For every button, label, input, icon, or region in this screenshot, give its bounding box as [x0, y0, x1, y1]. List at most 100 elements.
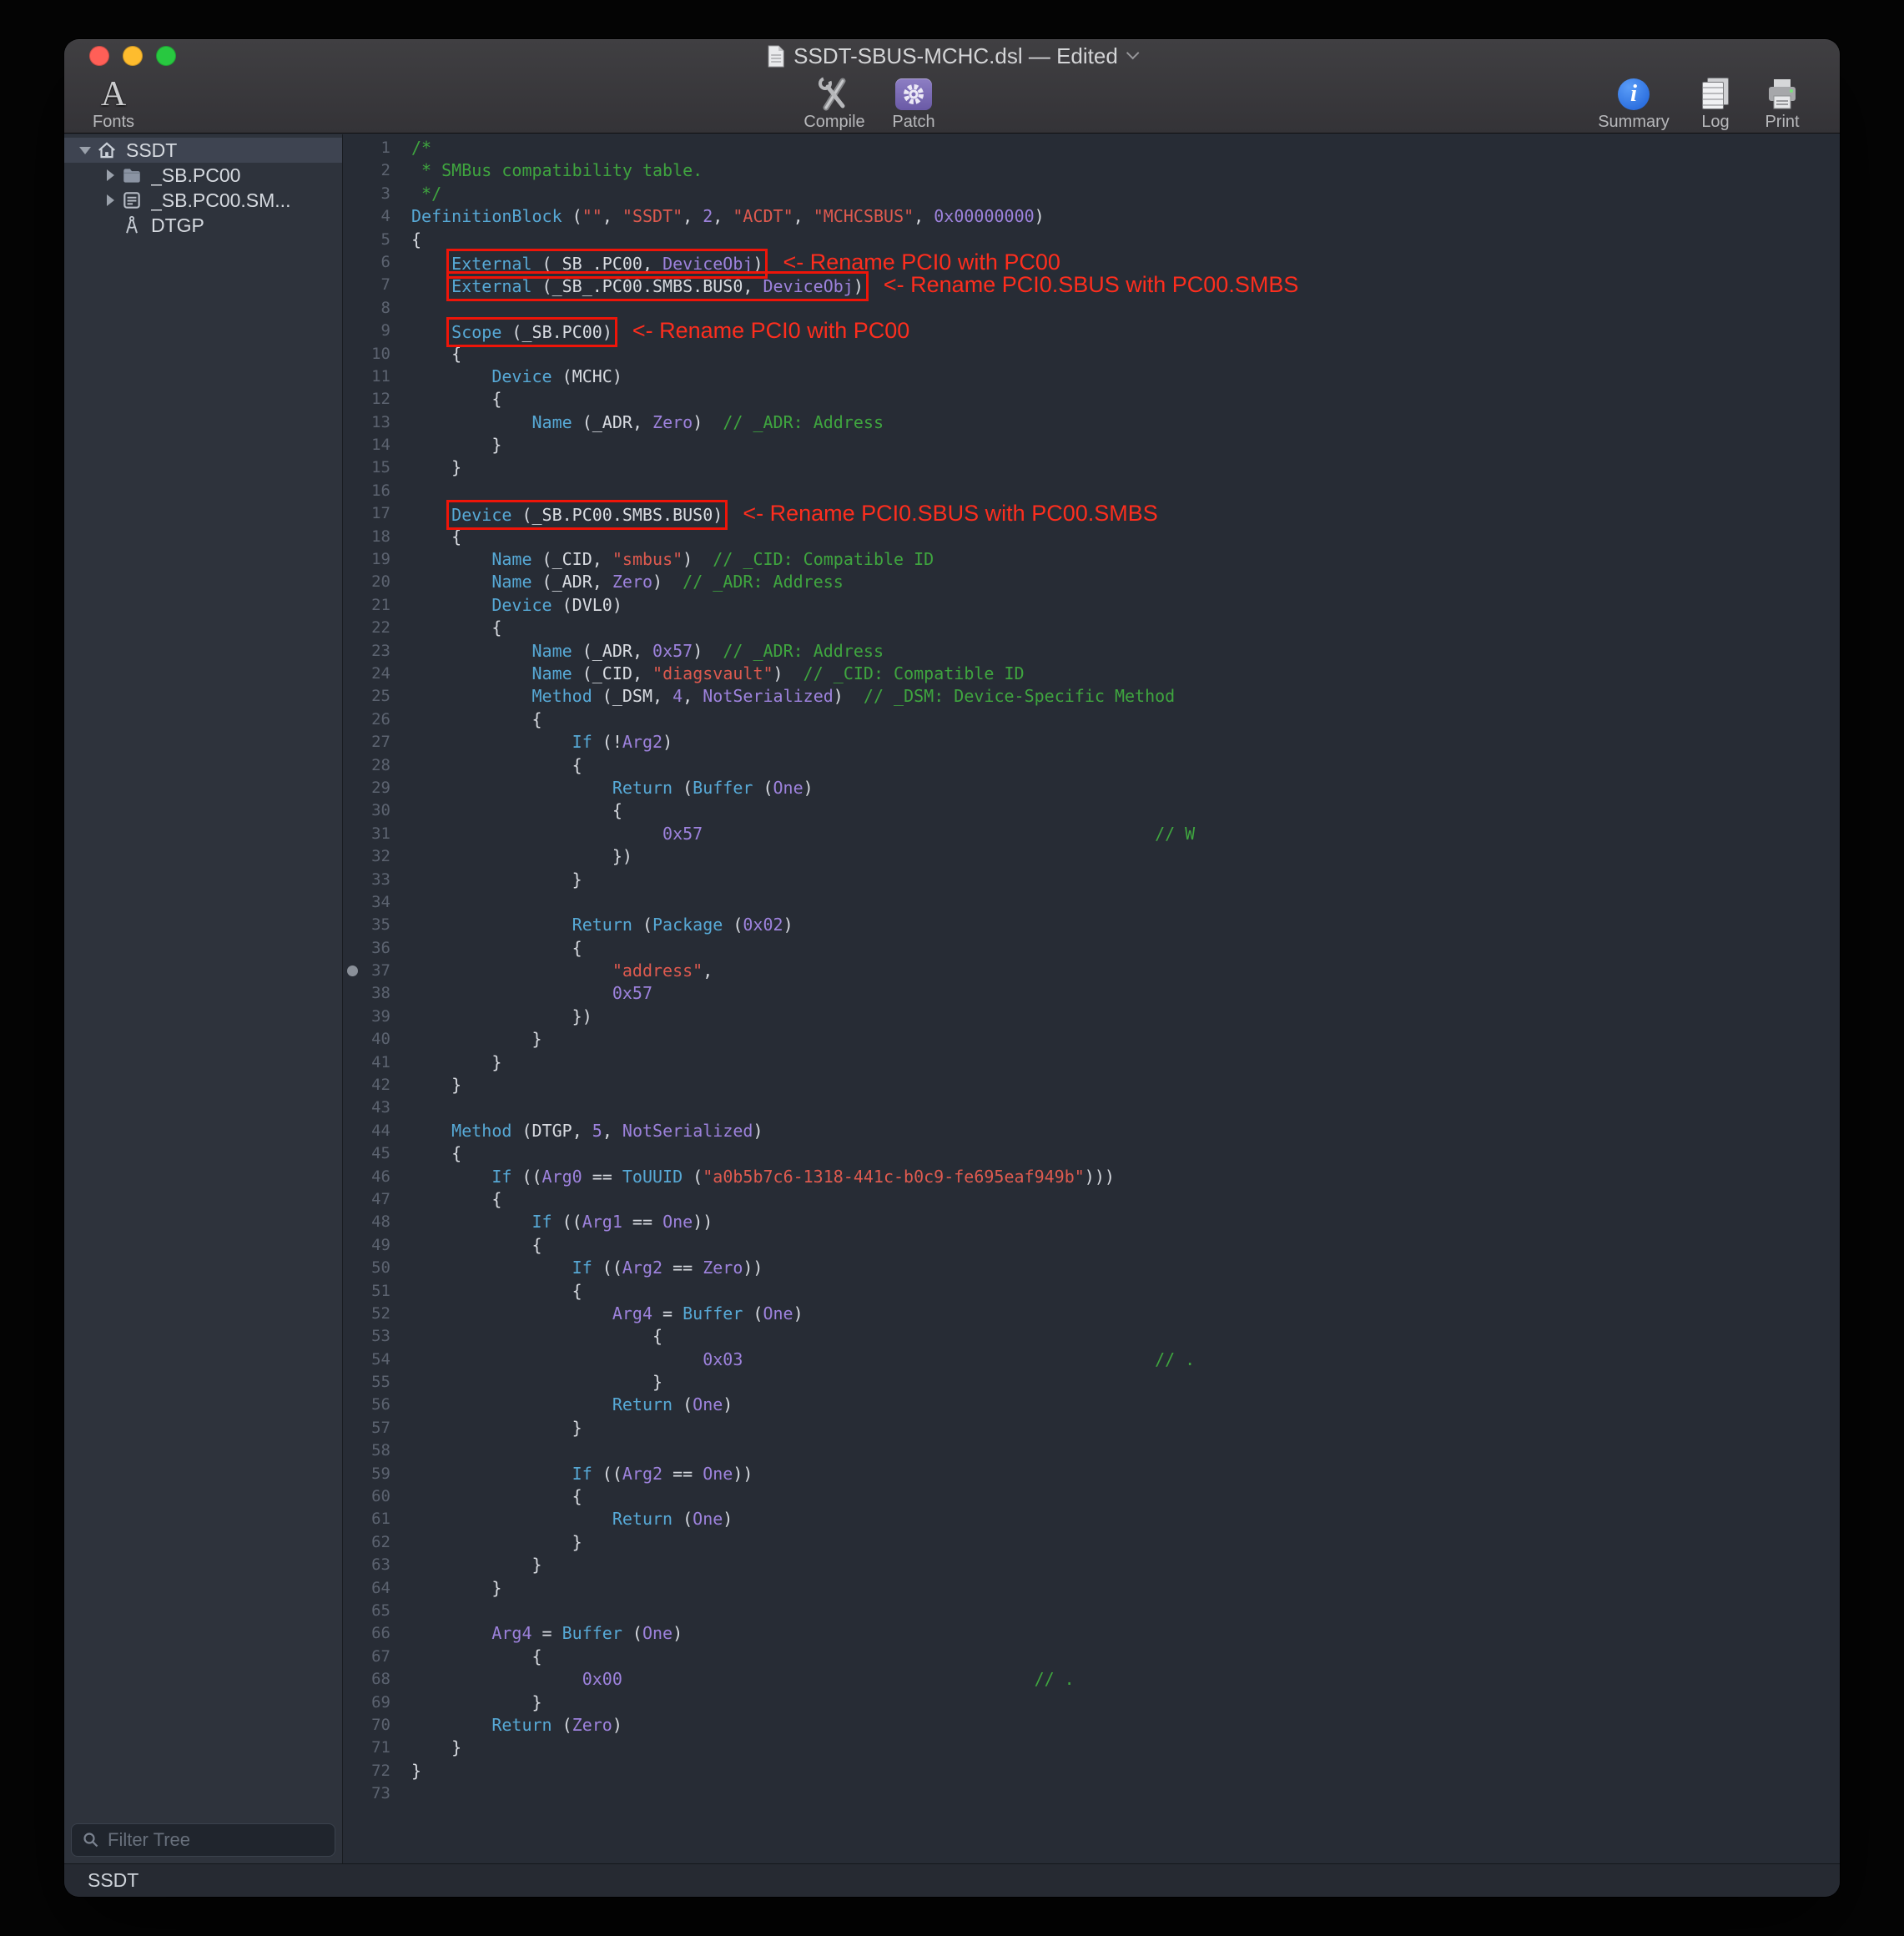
code-line[interactable]: { [411, 343, 1840, 366]
code-line[interactable]: { [411, 1325, 1840, 1348]
code-line[interactable]: { [411, 1280, 1840, 1303]
line-number: 44 [343, 1120, 403, 1142]
compile-button[interactable]: Compile [797, 74, 872, 133]
code-line[interactable]: } [411, 1051, 1840, 1074]
code-line[interactable]: If ((Arg2 == One)) [411, 1463, 1840, 1485]
code-lines[interactable]: /* * SMBus compatibility table. */Defini… [403, 134, 1840, 1863]
code-line[interactable]: } [411, 1577, 1840, 1600]
code-editor[interactable]: 1234567891011121314151617181920212223242… [342, 134, 1840, 1863]
code-line[interactable]: { [411, 799, 1840, 822]
code-line[interactable]: } [411, 869, 1840, 891]
sidebar-item-sb-pc00-smbs[interactable]: _SB.PC00.SM... [64, 188, 342, 213]
code-line[interactable]: If (!Arg2) [411, 731, 1840, 754]
summary-button[interactable]: i Summary [1596, 74, 1671, 133]
disclosure-open-icon[interactable] [76, 147, 94, 154]
code-line[interactable]: { [411, 388, 1840, 411]
code-line[interactable]: /* [411, 137, 1840, 159]
code-line[interactable]: 0x57 [411, 982, 1840, 1005]
code-line[interactable]: } [411, 434, 1840, 456]
code-line[interactable]: Device (_SB.PC00.SMBS.BUS0)<- Rename PCI… [411, 502, 1840, 525]
code-line[interactable]: Method (_DSM, 4, NotSerialized) // _DSM:… [411, 685, 1840, 708]
code-line[interactable]: } [411, 456, 1840, 479]
zoom-button[interactable] [156, 46, 176, 66]
code-line[interactable]: Name (_CID, "smbus") // _CID: Compatible… [411, 548, 1840, 571]
sidebar-item-sb-pc00[interactable]: _SB.PC00 [64, 163, 342, 188]
code-line[interactable]: "address", [411, 960, 1840, 982]
summary-label: Summary [1596, 113, 1671, 131]
code-line[interactable]: Device (DVL0) [411, 594, 1840, 617]
filter-field[interactable]: Filter Tree [71, 1823, 335, 1857]
code-line[interactable]: { [411, 1234, 1840, 1257]
fonts-button[interactable]: A Fonts [76, 74, 151, 133]
code-line[interactable]: */ [411, 183, 1840, 205]
line-number: 33 [343, 869, 403, 891]
code-line[interactable]: } [411, 1028, 1840, 1051]
code-line[interactable]: If ((Arg2 == Zero)) [411, 1257, 1840, 1279]
code-line[interactable] [411, 891, 1840, 914]
code-line[interactable]: { [411, 1188, 1840, 1211]
code-line[interactable]: If ((Arg0 == ToUUID ("a0b5b7c6-1318-441c… [411, 1166, 1840, 1188]
code-line[interactable]: Name (_ADR, Zero) // _ADR: Address [411, 411, 1840, 434]
code-line[interactable]: } [411, 1554, 1840, 1576]
code-line[interactable]: 0x03 // . [411, 1349, 1840, 1371]
code-line[interactable]: Return (Buffer (One) [411, 777, 1840, 799]
code-line[interactable]: External (_SB_.PC00.SMBS.BUS0, DeviceObj… [411, 274, 1840, 296]
code-line[interactable] [411, 1097, 1840, 1119]
disclosure-closed-icon[interactable] [101, 194, 119, 206]
code-line[interactable]: Arg4 = Buffer (One) [411, 1303, 1840, 1325]
code-line[interactable]: Name (_ADR, Zero) // _ADR: Address [411, 571, 1840, 593]
line-number: 9 [343, 320, 403, 342]
code-line[interactable]: { [411, 937, 1840, 960]
code-line[interactable]: }) [411, 845, 1840, 868]
code-line[interactable]: Return (Package (0x02) [411, 914, 1840, 936]
code-line[interactable]: If ((Arg1 == One)) [411, 1211, 1840, 1233]
code-line[interactable]: Name (_CID, "diagsvault") // _CID: Compa… [411, 663, 1840, 685]
code-line[interactable]: { [411, 229, 1840, 251]
code-line[interactable]: } [411, 1737, 1840, 1759]
code-line[interactable]: External (_SB_.PC00, DeviceObj)<- Rename… [411, 251, 1840, 274]
code-line[interactable] [411, 297, 1840, 320]
code-line[interactable]: Return (Zero) [411, 1714, 1840, 1737]
code-line[interactable]: Scope (_SB.PC00)<- Rename PCI0 with PC00 [411, 320, 1840, 342]
code-line[interactable] [411, 1782, 1840, 1805]
code-line[interactable]: } [411, 1417, 1840, 1439]
code-line[interactable]: { [411, 1646, 1840, 1668]
code-line[interactable]: Arg4 = Buffer (One) [411, 1622, 1840, 1645]
code-line[interactable]: } [411, 1531, 1840, 1554]
code-line[interactable]: Return (One) [411, 1394, 1840, 1416]
code-line[interactable]: Return (One) [411, 1508, 1840, 1530]
code-line[interactable]: { [411, 1142, 1840, 1165]
code-line[interactable]: Name (_ADR, 0x57) // _ADR: Address [411, 640, 1840, 663]
code-line[interactable]: } [411, 1691, 1840, 1714]
code-line[interactable] [411, 1600, 1840, 1622]
log-button[interactable]: Log [1678, 74, 1753, 133]
code-line[interactable]: { [411, 708, 1840, 731]
code-line[interactable]: }) [411, 1006, 1840, 1028]
code-line[interactable]: } [411, 1760, 1840, 1782]
code-line[interactable]: 0x57 // W [411, 823, 1840, 845]
rename-highlight-box: External (_SB_.PC00.SMBS.BUS0, DeviceObj… [451, 276, 864, 296]
code-line[interactable] [411, 480, 1840, 502]
code-line[interactable]: } [411, 1074, 1840, 1097]
code-line[interactable]: } [411, 1371, 1840, 1394]
code-line[interactable]: { [411, 754, 1840, 777]
code-line[interactable]: { [411, 526, 1840, 548]
code-line[interactable]: * SMBus compatibility table. [411, 159, 1840, 182]
disclosure-closed-icon[interactable] [101, 169, 119, 181]
code-line[interactable]: 0x00 // . [411, 1668, 1840, 1691]
code-line[interactable] [411, 1439, 1840, 1462]
close-button[interactable] [89, 46, 109, 66]
code-line[interactable]: { [411, 617, 1840, 639]
compile-label: Compile [797, 113, 872, 131]
sidebar-item-ssdt[interactable]: SSDT [64, 138, 342, 163]
code-line[interactable]: Device (MCHC) [411, 366, 1840, 388]
code-line[interactable]: Method (DTGP, 5, NotSerialized) [411, 1120, 1840, 1142]
print-button[interactable]: Print [1745, 74, 1820, 133]
title-chevron-icon[interactable] [1126, 46, 1140, 59]
sidebar-item-dtgp[interactable]: DTGP [64, 213, 342, 238]
minimize-button[interactable] [123, 46, 143, 66]
window-title-group[interactable]: SSDT-SBUS-MCHC.dsl — Edited [767, 39, 1137, 73]
patch-button[interactable]: Patch [876, 74, 951, 133]
code-line[interactable]: { [411, 1485, 1840, 1508]
code-line[interactable]: DefinitionBlock ("", "SSDT", 2, "ACDT", … [411, 205, 1840, 228]
